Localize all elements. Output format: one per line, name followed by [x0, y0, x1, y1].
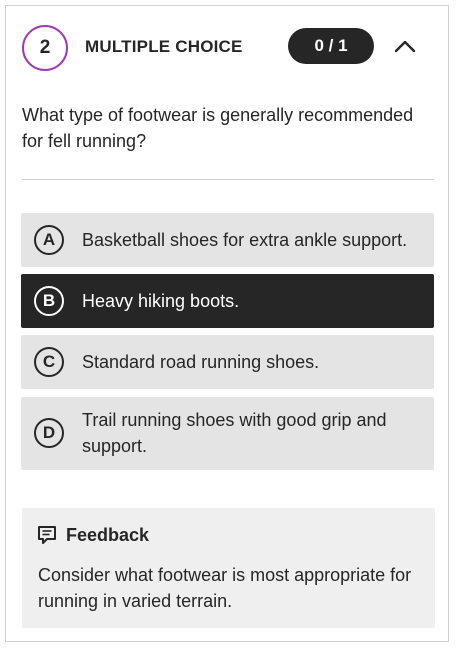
score-badge: 0 / 1	[288, 28, 374, 64]
option-text: Basketball shoes for extra ankle support…	[82, 230, 408, 250]
collapse-button[interactable]	[388, 29, 422, 63]
feedback-panel: Feedback Consider what footwear is most …	[22, 508, 435, 628]
option-letter: C	[34, 347, 64, 377]
question-type-label: MULTIPLE CHOICE	[85, 37, 243, 56]
question-header: 2 MULTIPLE CHOICE 0 / 1	[22, 25, 434, 71]
answer-option-c[interactable]: C Standard road running shoes.	[21, 335, 434, 389]
answer-option-a[interactable]: A Basketball shoes for extra ankle suppo…	[21, 213, 434, 267]
feedback-title: Feedback	[66, 525, 150, 545]
option-letter: A	[34, 225, 64, 255]
option-text: Trail running shoes with good grip and s…	[82, 410, 387, 456]
chevron-up-icon	[394, 40, 416, 53]
question-number: 2	[22, 25, 68, 71]
answer-option-b[interactable]: B Heavy hiking boots.	[21, 274, 434, 328]
answer-option-d[interactable]: D Trail running shoes with good grip and…	[21, 397, 434, 470]
divider	[22, 179, 434, 180]
option-text: Heavy hiking boots.	[82, 291, 240, 311]
feedback-text: Consider what footwear is most appropria…	[38, 565, 412, 611]
option-text: Standard road running shoes.	[82, 352, 320, 372]
option-letter: D	[34, 418, 64, 448]
question-card: 2 MULTIPLE CHOICE 0 / 1 What type of foo…	[5, 5, 449, 642]
comment-icon	[38, 526, 56, 544]
question-text: What type of footwear is generally recom…	[22, 105, 414, 151]
option-letter: B	[34, 286, 64, 316]
